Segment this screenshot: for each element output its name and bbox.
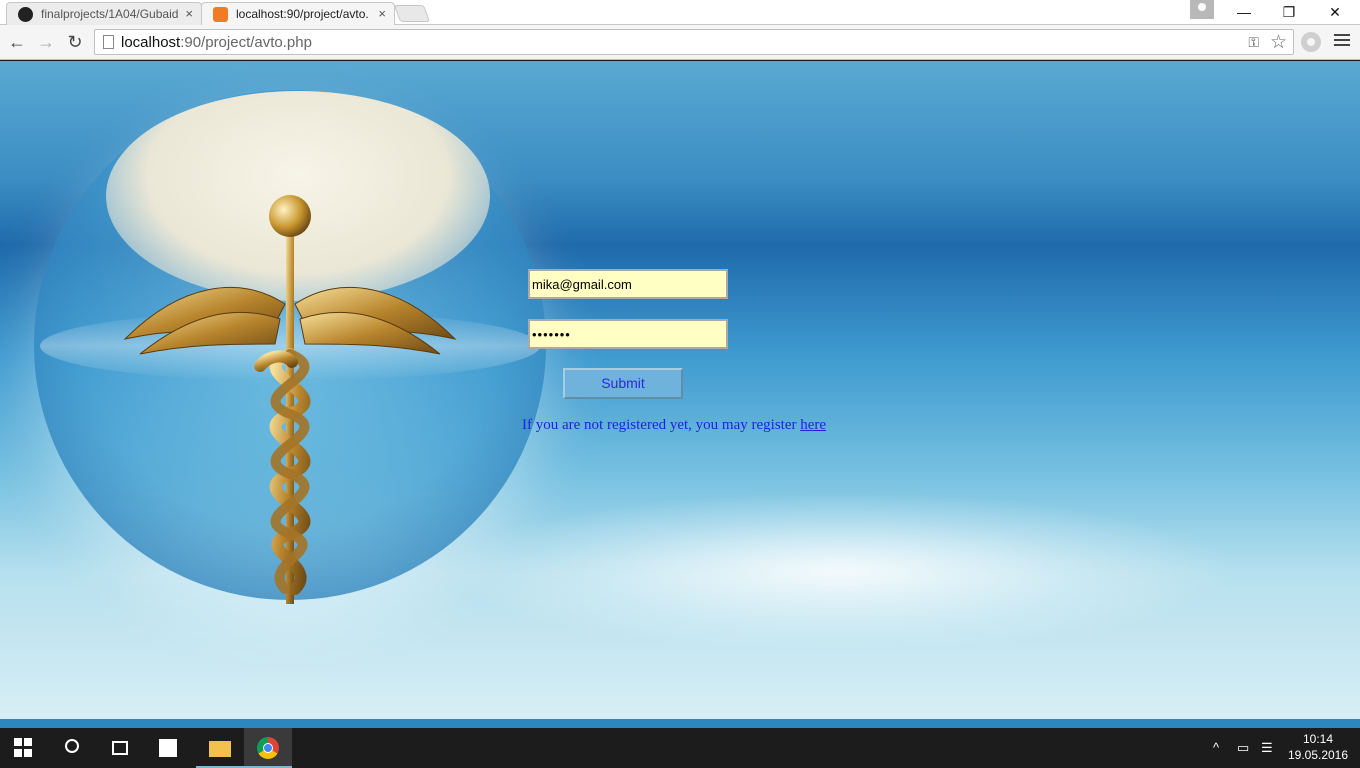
taskbar-clock[interactable]: 10:14 19.05.2016	[1286, 731, 1350, 763]
profile-icon[interactable]	[1190, 0, 1214, 19]
browser-toolbar: ← → ↻ localhost:90/project/avto.php ⚿ ☆	[0, 25, 1360, 60]
reload-button[interactable]: ↻	[63, 31, 87, 55]
back-button[interactable]: ←	[5, 31, 29, 55]
tab-title: localhost:90/project/avto.	[236, 7, 369, 21]
folder-icon	[209, 741, 231, 757]
xampp-icon	[213, 7, 228, 22]
notifications-icon[interactable]: ☰	[1261, 740, 1273, 756]
address-url[interactable]: localhost:90/project/avto.php	[121, 34, 312, 51]
key-icon[interactable]: ⚿	[1248, 34, 1259, 51]
store-button[interactable]	[144, 728, 192, 768]
password-field[interactable]	[528, 319, 728, 349]
bookmark-star-icon[interactable]: ☆	[1270, 31, 1287, 54]
register-prompt: If you are not registered yet, you may r…	[522, 417, 826, 434]
register-link[interactable]: here	[800, 417, 826, 433]
caduceus-icon	[123, 195, 457, 604]
clock-time: 10:14	[1302, 732, 1334, 746]
close-window-button[interactable]: ✕	[1312, 0, 1358, 24]
background-light-haze	[440, 491, 1240, 651]
task-view-icon	[112, 741, 128, 755]
github-icon	[18, 7, 33, 22]
new-tab-button[interactable]	[393, 5, 431, 22]
battery-icon[interactable]: ▭	[1237, 740, 1249, 756]
search-button[interactable]	[48, 728, 96, 768]
page-icon	[103, 35, 114, 49]
tray-chevron-icon[interactable]: ^	[1213, 740, 1219, 755]
search-icon	[65, 739, 79, 753]
tab-close-icon[interactable]: ×	[378, 6, 386, 21]
register-text: If you are not registered yet, you may r…	[522, 417, 801, 433]
page-viewport: Submit If you are not registered yet, yo…	[0, 61, 1360, 719]
browser-tabstrip: finalprojects/1A04/Gubaid × localhost:90…	[0, 0, 1360, 25]
chrome-icon	[257, 737, 279, 759]
maximize-button[interactable]: ❐	[1266, 0, 1312, 24]
forward-button[interactable]: →	[34, 31, 58, 55]
submit-button[interactable]: Submit	[563, 368, 683, 399]
address-bar[interactable]: localhost:90/project/avto.php ⚿ ☆	[94, 29, 1294, 55]
windows-logo-icon	[14, 738, 34, 758]
email-field[interactable]	[528, 269, 728, 299]
start-button[interactable]	[0, 728, 48, 768]
clock-date: 19.05.2016	[1287, 748, 1349, 762]
tab-localhost[interactable]: localhost:90/project/avto. ×	[201, 2, 395, 25]
tab-close-icon[interactable]: ×	[185, 6, 193, 21]
minimize-button[interactable]: —	[1221, 0, 1267, 24]
page-bottom-strip	[0, 719, 1360, 728]
file-explorer-button[interactable]	[196, 728, 244, 768]
windows-taskbar: ^ ▭ ☰ 10:14 19.05.2016	[0, 728, 1360, 768]
chrome-taskbar-button[interactable]	[244, 728, 292, 768]
tab-github[interactable]: finalprojects/1A04/Gubaid ×	[6, 2, 202, 25]
store-icon	[159, 739, 177, 757]
task-view-button[interactable]	[96, 728, 144, 768]
chrome-menu-icon[interactable]	[1334, 34, 1350, 48]
tab-title: finalprojects/1A04/Gubaid	[41, 7, 179, 21]
extension-eye-icon[interactable]	[1301, 32, 1321, 52]
